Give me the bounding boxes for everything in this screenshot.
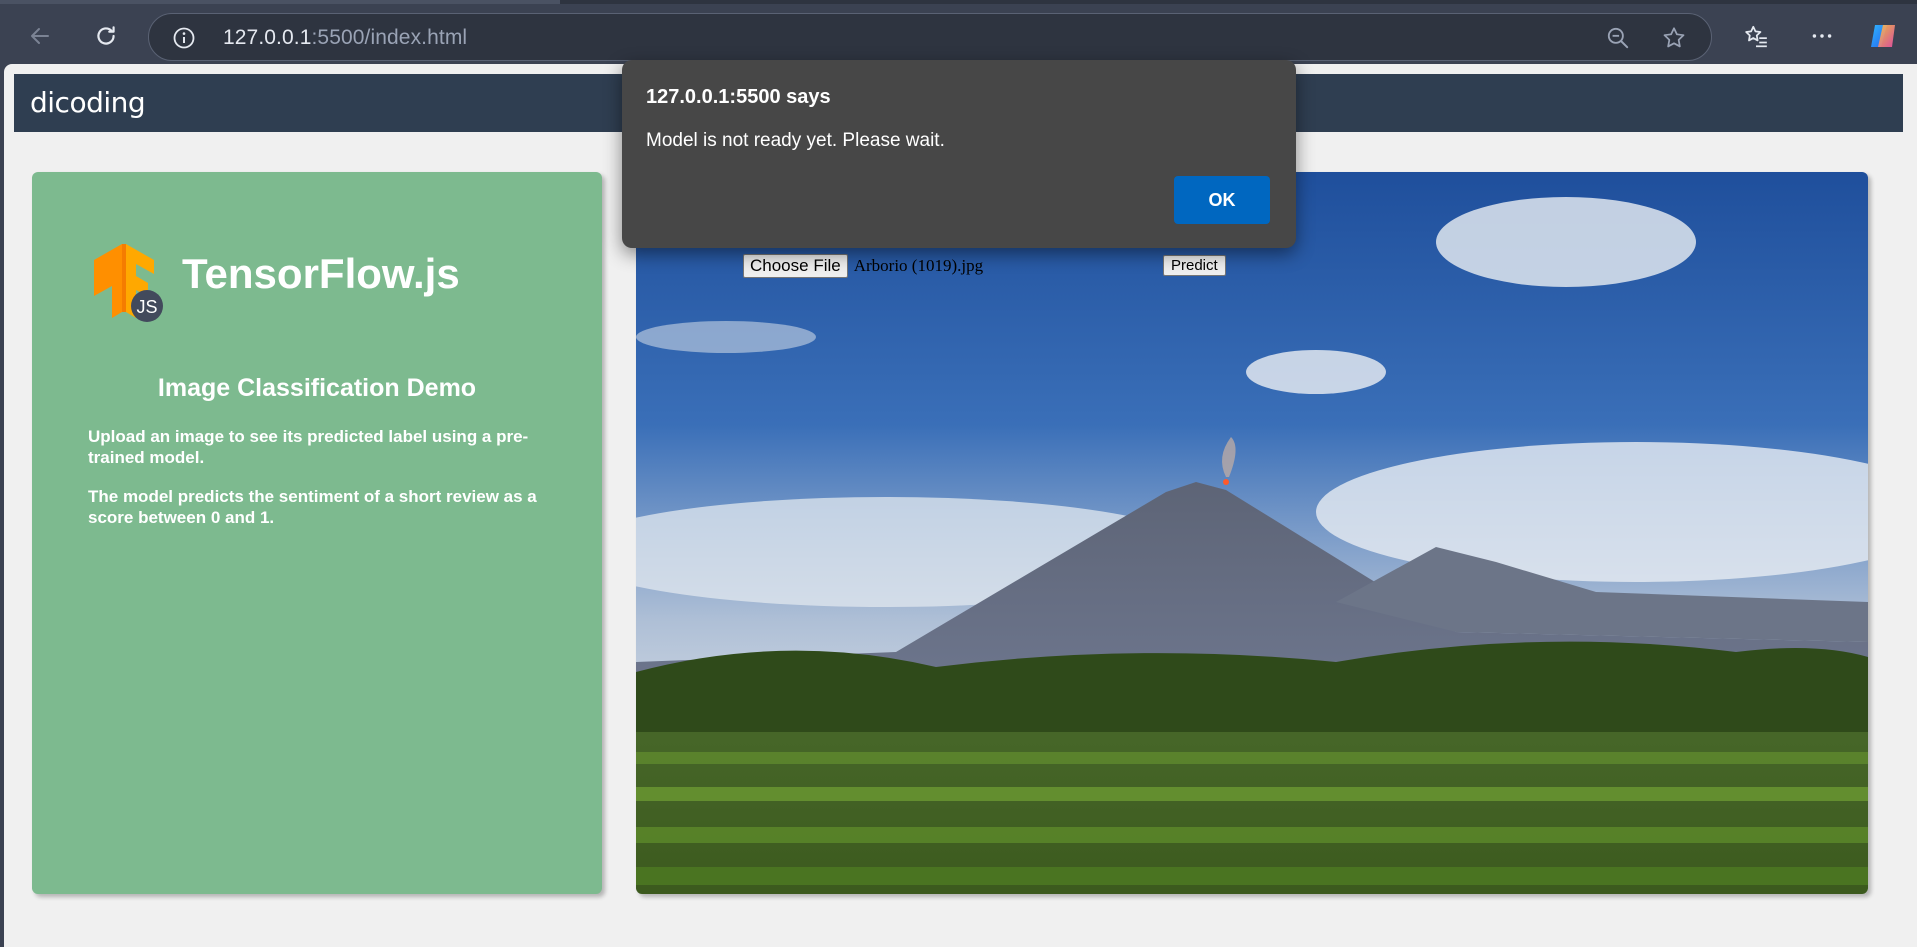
address-bar[interactable]: 127.0.0.1:5500/index.html bbox=[148, 13, 1712, 61]
description-model: The model predicts the sentiment of a sh… bbox=[88, 487, 537, 527]
choose-file-button[interactable]: Choose File bbox=[743, 254, 848, 278]
more-icon bbox=[1812, 34, 1832, 38]
url-path: :5500/index.html bbox=[311, 26, 468, 49]
alert-dialog: 127.0.0.1:5500 says Model is not ready y… bbox=[622, 60, 1296, 248]
file-input-row: Choose File Arborio (1019).jpg bbox=[743, 254, 983, 278]
browser-toolbar: 127.0.0.1:5500/index.html bbox=[0, 4, 1917, 64]
url-host: 127.0.0.1 bbox=[223, 26, 312, 49]
reload-button[interactable] bbox=[86, 16, 126, 56]
reload-icon bbox=[97, 26, 115, 45]
more-button[interactable] bbox=[1802, 16, 1842, 56]
back-button[interactable] bbox=[20, 16, 60, 56]
url-text[interactable]: 127.0.0.1:5500/index.html bbox=[223, 26, 467, 50]
preview-panel: Choose File Arborio (1019).jpg Predict bbox=[636, 172, 1868, 894]
js-badge: JS bbox=[136, 297, 157, 317]
zoom-out-icon[interactable] bbox=[1605, 25, 1631, 51]
back-arrow-icon bbox=[31, 28, 49, 44]
landscape-image bbox=[636, 172, 1868, 894]
dialog-title: 127.0.0.1:5500 says bbox=[646, 86, 831, 108]
favorites-button[interactable] bbox=[1736, 16, 1776, 56]
tensorflow-js-logo: JS bbox=[94, 244, 163, 322]
dicoding-logo[interactable]: dicoding bbox=[30, 86, 146, 119]
dialog-message: Model is not ready yet. Please wait. bbox=[646, 130, 945, 151]
demo-heading: Image Classification Demo bbox=[157, 374, 477, 402]
copilot-button[interactable] bbox=[1864, 16, 1904, 56]
predict-button[interactable]: Predict bbox=[1163, 255, 1226, 276]
star-icon[interactable] bbox=[1661, 25, 1687, 51]
copilot-icon bbox=[1871, 25, 1895, 47]
selected-file-name: Arborio (1019).jpg bbox=[853, 256, 984, 275]
info-icon[interactable] bbox=[173, 27, 195, 49]
tensorflow-title: TensorFlow.js bbox=[182, 250, 460, 297]
ok-button[interactable]: OK bbox=[1174, 176, 1270, 224]
info-panel: JS TensorFlow.js Image Classification De… bbox=[32, 172, 602, 894]
favorites-icon bbox=[1745, 25, 1767, 48]
description-upload: Upload an image to see its predicted lab… bbox=[88, 427, 529, 467]
